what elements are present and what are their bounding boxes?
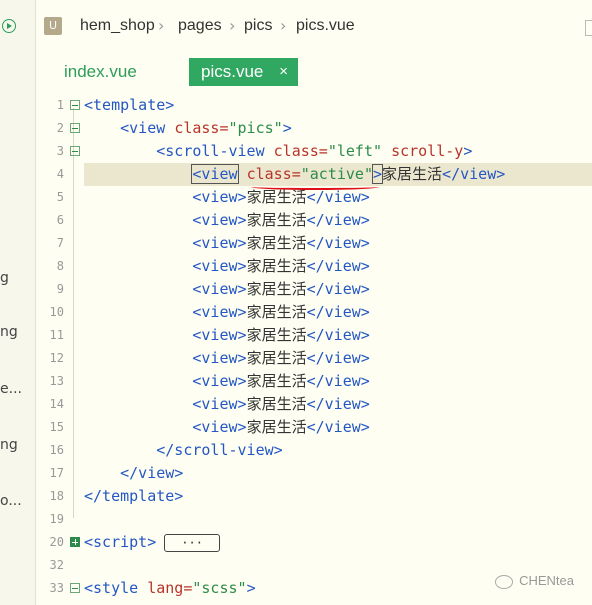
code-line-highlighted: 4 <view class="active">家居生活</view> bbox=[36, 163, 592, 190]
expand-icon[interactable] bbox=[70, 537, 80, 547]
tab-label: pics.vue bbox=[201, 62, 264, 81]
breadcrumb-item[interactable]: pics.vue bbox=[296, 17, 355, 35]
code-text: <view>家居生活</view> bbox=[192, 211, 370, 229]
code-text: <script> ··· bbox=[84, 532, 220, 553]
code-line: 2 <view class="pics"> bbox=[36, 117, 592, 140]
code-line: 13 <view>家居生活</view> bbox=[36, 370, 592, 393]
line-number: 33 bbox=[49, 581, 64, 595]
fold-icon[interactable] bbox=[70, 100, 80, 110]
code-line: 1 <template> bbox=[36, 94, 592, 117]
line-number: 6 bbox=[56, 213, 64, 227]
code-line: 8 <view>家居生活</view> bbox=[36, 255, 592, 278]
panel-fragment: g bbox=[0, 270, 9, 286]
code-text: <view>家居生活</view> bbox=[192, 257, 370, 275]
line-number: 16 bbox=[49, 443, 64, 457]
line-number: 2 bbox=[56, 121, 64, 135]
line-number: 15 bbox=[49, 420, 64, 434]
code-line: 7 <view>家居生活</view> bbox=[36, 232, 592, 255]
panel-fragment: ng bbox=[0, 437, 18, 453]
code-line: 12 <view>家居生活</view> bbox=[36, 347, 592, 370]
code-line: 16 </scroll-view> bbox=[36, 439, 592, 462]
code-text: </template> bbox=[84, 487, 184, 505]
line-number: 4 bbox=[56, 167, 64, 181]
line-number: 11 bbox=[49, 328, 64, 342]
breadcrumb-item[interactable]: pages bbox=[178, 17, 222, 35]
code-line: 3 <scroll-view class="left" scroll-y> bbox=[36, 140, 592, 163]
code-line: 5 <view>家居生活</view> bbox=[36, 186, 592, 209]
code-text: <view>家居生活</view> bbox=[192, 280, 370, 298]
line-number: 13 bbox=[49, 374, 64, 388]
panel-fragment: e... bbox=[0, 381, 22, 397]
code-line: 9 <view>家居生活</view> bbox=[36, 278, 592, 301]
code-text: <view>家居生活</view> bbox=[192, 326, 370, 344]
watermark-text: CHENtea bbox=[519, 573, 574, 589]
code-text: <view>家居生活</view> bbox=[192, 349, 370, 367]
code-line: 6 <view>家居生活</view> bbox=[36, 209, 592, 232]
code-text: <view>家居生活</view> bbox=[192, 372, 370, 390]
chevron-right-icon: › bbox=[229, 16, 236, 35]
fold-icon[interactable] bbox=[70, 123, 80, 133]
code-text: <view class="pics"> bbox=[120, 119, 292, 137]
code-text: <view>家居生活</view> bbox=[192, 188, 370, 206]
code-line: 17 </view> bbox=[36, 462, 592, 485]
panel-fragment: o... bbox=[0, 493, 22, 509]
line-number: 9 bbox=[56, 282, 64, 296]
close-icon[interactable]: × bbox=[279, 58, 288, 86]
fold-icon[interactable] bbox=[70, 583, 80, 593]
panel-corner bbox=[585, 20, 592, 36]
project-icon: U bbox=[44, 17, 62, 35]
code-line: 14 <view>家居生活</view> bbox=[36, 393, 592, 416]
code-line: 15 <view>家居生活</view> bbox=[36, 416, 592, 439]
line-number: 10 bbox=[49, 305, 64, 319]
run-icon[interactable] bbox=[2, 19, 16, 33]
watermark: CHENtea bbox=[495, 573, 574, 589]
left-panel: g ng e... ng o... bbox=[0, 0, 36, 605]
code-line: 18 </template> bbox=[36, 485, 592, 508]
code-text: </view> bbox=[120, 464, 184, 482]
tab-index-vue[interactable]: index.vue bbox=[64, 58, 137, 86]
code-text: <style lang="scss"> bbox=[84, 579, 256, 597]
code-line: 10 <view>家居生活</view> bbox=[36, 301, 592, 324]
code-text: <view>家居生活</view> bbox=[192, 303, 370, 321]
code-text: <view>家居生活</view> bbox=[192, 395, 370, 413]
breadcrumb-item[interactable]: hem_shop bbox=[80, 17, 155, 35]
code-text: <scroll-view class="left" scroll-y> bbox=[156, 142, 473, 160]
code-editor[interactable]: 1 <template> 2 <view class="pics"> 3 <sc… bbox=[36, 94, 592, 605]
line-number: 20 bbox=[49, 535, 64, 549]
line-number: 17 bbox=[49, 466, 64, 480]
fold-icon[interactable] bbox=[70, 146, 80, 156]
line-number: 18 bbox=[49, 489, 64, 503]
code-line: 20 <script> ··· bbox=[36, 531, 592, 554]
collapsed-code-button[interactable]: ··· bbox=[164, 533, 220, 552]
code-text: <view>家居生活</view> bbox=[192, 234, 370, 252]
code-line: 19 bbox=[36, 508, 592, 531]
line-number: 7 bbox=[56, 236, 64, 250]
code-text: </scroll-view> bbox=[156, 441, 283, 459]
line-number: 5 bbox=[56, 190, 64, 204]
code-text: <template> bbox=[84, 96, 175, 114]
code-text: <view>家居生活</view> bbox=[192, 418, 370, 436]
panel-fragment: ng bbox=[0, 324, 18, 340]
code-text: <view class="active">家居生活</view> bbox=[191, 164, 506, 184]
line-number: 19 bbox=[49, 512, 64, 526]
line-number: 32 bbox=[49, 558, 64, 572]
line-number: 14 bbox=[49, 397, 64, 411]
chevron-right-icon: › bbox=[280, 16, 287, 35]
code-line: 11 <view>家居生活</view> bbox=[36, 324, 592, 347]
breadcrumb-item[interactable]: pics bbox=[244, 17, 272, 35]
line-number: 8 bbox=[56, 259, 64, 273]
breadcrumb: U hem_shop › pages › pics › pics.vue bbox=[36, 0, 592, 52]
chevron-right-icon: › bbox=[158, 16, 165, 35]
tab-pics-vue[interactable]: pics.vue × bbox=[189, 58, 298, 86]
line-number: 12 bbox=[49, 351, 64, 365]
wechat-icon bbox=[495, 575, 514, 589]
line-number: 3 bbox=[56, 144, 64, 158]
line-number: 1 bbox=[56, 98, 64, 112]
